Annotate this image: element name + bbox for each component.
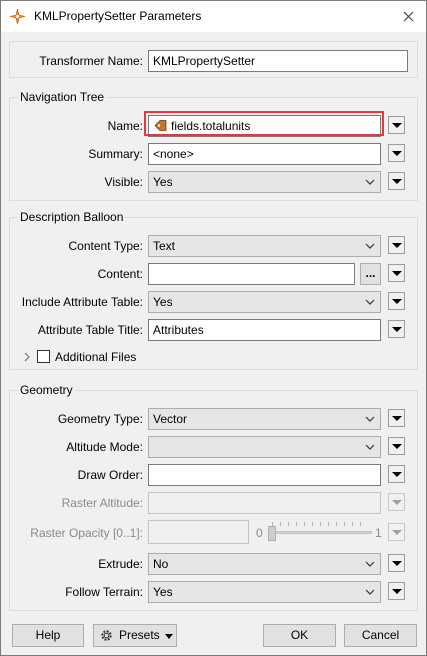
dropdown-arrow-icon [392,500,402,505]
extrude-value: No [153,557,169,571]
content-ellipsis-button[interactable]: ... [360,263,381,285]
slider-track [268,531,372,534]
follow-terrain-label: Follow Terrain: [65,585,143,599]
chevron-down-icon [365,561,375,567]
geometry-type-menu-button[interactable] [388,409,405,427]
dropdown-arrow-icon [392,589,402,594]
raster-opacity-max: 1 [375,526,382,540]
summary-label: Summary: [88,147,143,161]
content-type-label: Content Type: [68,239,144,253]
include-attribute-table-menu-button[interactable] [388,292,405,310]
dropdown-arrow-icon [392,271,402,276]
name-highlight [144,111,384,136]
transformer-name-input[interactable]: KMLPropertySetter [148,50,408,72]
additional-files-checkbox[interactable] [37,350,50,363]
dropdown-arrow-icon [392,416,402,421]
altitude-mode-select[interactable] [148,436,381,458]
content-type-select[interactable]: Text [148,235,381,257]
description-balloon-title: Description Balloon [18,209,126,225]
include-attribute-table-value: Yes [153,295,173,309]
raster-opacity-label: Raster Opacity [0..1]: [30,526,143,540]
follow-terrain-menu-button[interactable] [388,582,405,600]
altitude-mode-menu-button[interactable] [388,437,405,455]
attribute-table-title-menu-button[interactable] [388,320,405,338]
visible-label: Visible: [104,175,143,189]
summary-menu-button[interactable] [388,144,405,162]
attribute-table-title-label: Attribute Table Title: [37,323,143,337]
gear-icon [101,630,112,641]
chevron-down-icon [365,444,375,450]
cancel-button[interactable]: Cancel [344,624,417,647]
follow-terrain-value: Yes [153,585,173,599]
dropdown-arrow-icon [392,472,402,477]
window-title: KMLPropertySetter Parameters [34,9,202,23]
close-icon [403,11,413,22]
chevron-down-icon [365,589,375,595]
content-type-value: Text [153,239,176,253]
slider-ticks [272,522,368,526]
visible-menu-button[interactable] [388,172,405,190]
follow-terrain-select[interactable]: Yes [148,581,381,603]
visible-value: Yes [153,175,173,189]
include-attribute-table-label: Include Attribute Table: [21,295,143,309]
dropdown-arrow-icon [392,151,402,156]
fme-app-icon [9,8,26,25]
chevron-down-icon [365,416,375,422]
chevron-down-icon [365,243,375,249]
expand-chevron-icon[interactable] [22,351,32,363]
extrude-label: Extrude: [98,557,143,571]
presets-label: Presets [119,628,160,642]
content-type-menu-button[interactable] [388,236,405,254]
content-label: Content: [97,267,143,281]
raster-opacity-menu-button [388,523,405,541]
close-button[interactable] [393,4,423,29]
caret-down-icon [165,634,173,639]
slider-thumb [268,526,276,541]
dropdown-arrow-icon [392,299,402,304]
dropdown-arrow-icon [392,243,402,248]
summary-input[interactable]: <none> [148,143,381,165]
ok-button[interactable]: OK [263,624,336,647]
draw-order-label: Draw Order: [77,468,143,482]
visible-select[interactable]: Yes [148,171,381,193]
extrude-menu-button[interactable] [388,554,405,572]
dropdown-arrow-icon [392,561,402,566]
chevron-down-icon [365,179,375,185]
raster-altitude-input [148,492,381,514]
geometry-title: Geometry [18,382,75,398]
dropdown-arrow-icon [392,530,402,535]
additional-files-label: Additional Files [55,350,137,364]
draw-order-input[interactable] [148,464,381,486]
raster-opacity-input [148,520,249,544]
name-label: Name: [107,119,143,133]
include-attribute-table-select[interactable]: Yes [148,291,381,313]
altitude-mode-label: Altitude Mode: [66,440,143,454]
raster-altitude-menu-button [388,493,405,511]
name-menu-button[interactable] [388,116,405,134]
content-input[interactable] [148,263,355,285]
extrude-select[interactable]: No [148,553,381,575]
raster-opacity-slider [268,520,372,544]
dialog-window: KMLPropertySetter Parameters Transformer… [0,0,427,656]
dropdown-arrow-icon [392,179,402,184]
content-menu-button[interactable] [388,264,405,282]
raster-altitude-label: Raster Altitude: [61,496,143,510]
dropdown-arrow-icon [392,123,402,128]
help-button[interactable]: Help [12,624,84,647]
geometry-type-value: Vector [153,412,188,426]
draw-order-menu-button[interactable] [388,465,405,483]
raster-opacity-min: 0 [256,526,263,540]
dropdown-arrow-icon [392,444,402,449]
navigation-tree-title: Navigation Tree [18,89,107,105]
transformer-name-label: Transformer Name: [39,54,143,68]
geometry-type-select[interactable]: Vector [148,408,381,430]
chevron-down-icon [365,299,375,305]
geometry-type-label: Geometry Type: [57,412,143,426]
dropdown-arrow-icon [392,327,402,332]
attribute-table-title-input[interactable]: Attributes [148,319,381,341]
presets-button[interactable]: Presets [93,624,177,647]
title-bar: KMLPropertySetter Parameters [1,1,426,32]
